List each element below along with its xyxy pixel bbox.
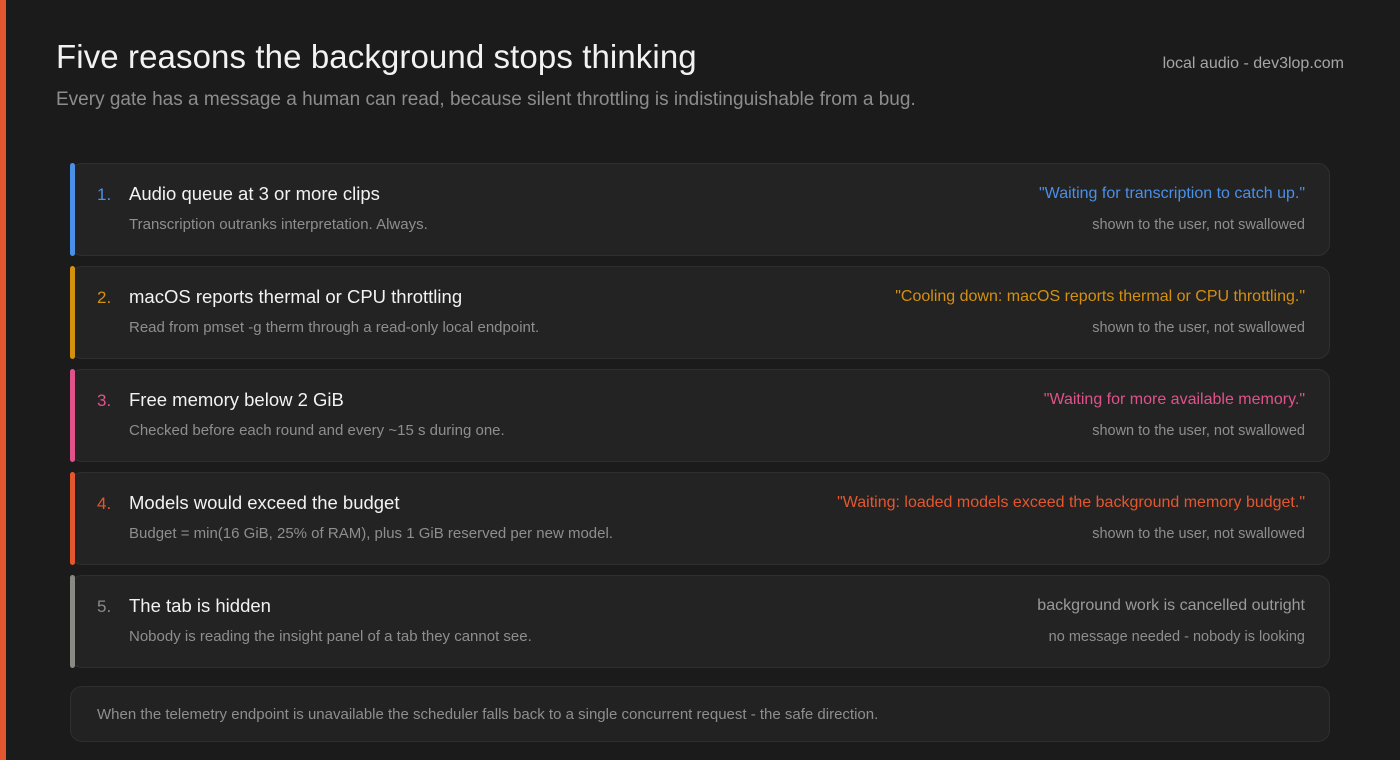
gate-message: "Waiting for transcription to catch up." [1039,185,1305,202]
gate-message: "Waiting for more available memory." [1043,391,1305,408]
gate-note: no message needed - nobody is looking [1048,629,1305,645]
gate-note: shown to the user, not swallowed [1092,320,1305,336]
gate-title: Audio queue at 3 or more clips [129,183,380,204]
gate-color-stripe [70,472,75,565]
gate-color-stripe [70,163,75,256]
gate-card: 5. The tab is hidden Nobody is reading t… [70,575,1330,668]
gate-description: Budget = min(16 GiB, 25% of RAM), plus 1… [129,525,613,542]
gate-message: background work is cancelled outright [1037,597,1305,614]
gate-message: "Waiting: loaded models exceed the backg… [837,494,1305,511]
gate-note: shown to the user, not swallowed [1092,217,1305,233]
page-accent-bar [0,0,6,760]
fallback-note: When the telemetry endpoint is unavailab… [70,686,1330,742]
gate-number: 4. [97,494,112,513]
gate-color-stripe [70,369,75,462]
gate-number: 1. [97,185,112,204]
gate-card: 2. macOS reports thermal or CPU throttli… [70,266,1330,359]
page-title: Five reasons the background stops thinki… [56,38,697,75]
gate-description: Checked before each round and every ~15 … [129,422,505,439]
gate-note: shown to the user, not swallowed [1092,526,1305,542]
gate-title: macOS reports thermal or CPU throttling [129,286,463,307]
gate-message: "Cooling down: macOS reports thermal or … [895,288,1305,305]
gate-card: 4. Models would exceed the budget Budget… [70,472,1330,565]
gate-description: Read from pmset -g therm through a read-… [129,319,540,336]
gate-list: 1. Audio queue at 3 or more clips Transc… [70,163,1330,678]
gate-color-stripe [70,266,75,359]
gate-card: 3. Free memory below 2 GiB Checked befor… [70,369,1330,462]
gate-color-stripe [70,575,75,668]
gate-number: 2. [97,288,112,307]
page-subtitle: Every gate has a message a human can rea… [56,89,916,110]
gate-card: 1. Audio queue at 3 or more clips Transc… [70,163,1330,256]
gate-number: 3. [97,391,112,410]
gate-number: 5. [97,597,112,616]
brand-label: local audio - dev3lop.com [1162,55,1344,72]
gate-title: Free memory below 2 GiB [129,389,344,410]
gate-title: The tab is hidden [129,595,271,616]
gate-note: shown to the user, not swallowed [1092,423,1305,439]
gate-description: Nobody is reading the insight panel of a… [129,628,532,645]
gate-title: Models would exceed the budget [129,492,400,513]
gate-description: Transcription outranks interpretation. A… [129,216,428,233]
